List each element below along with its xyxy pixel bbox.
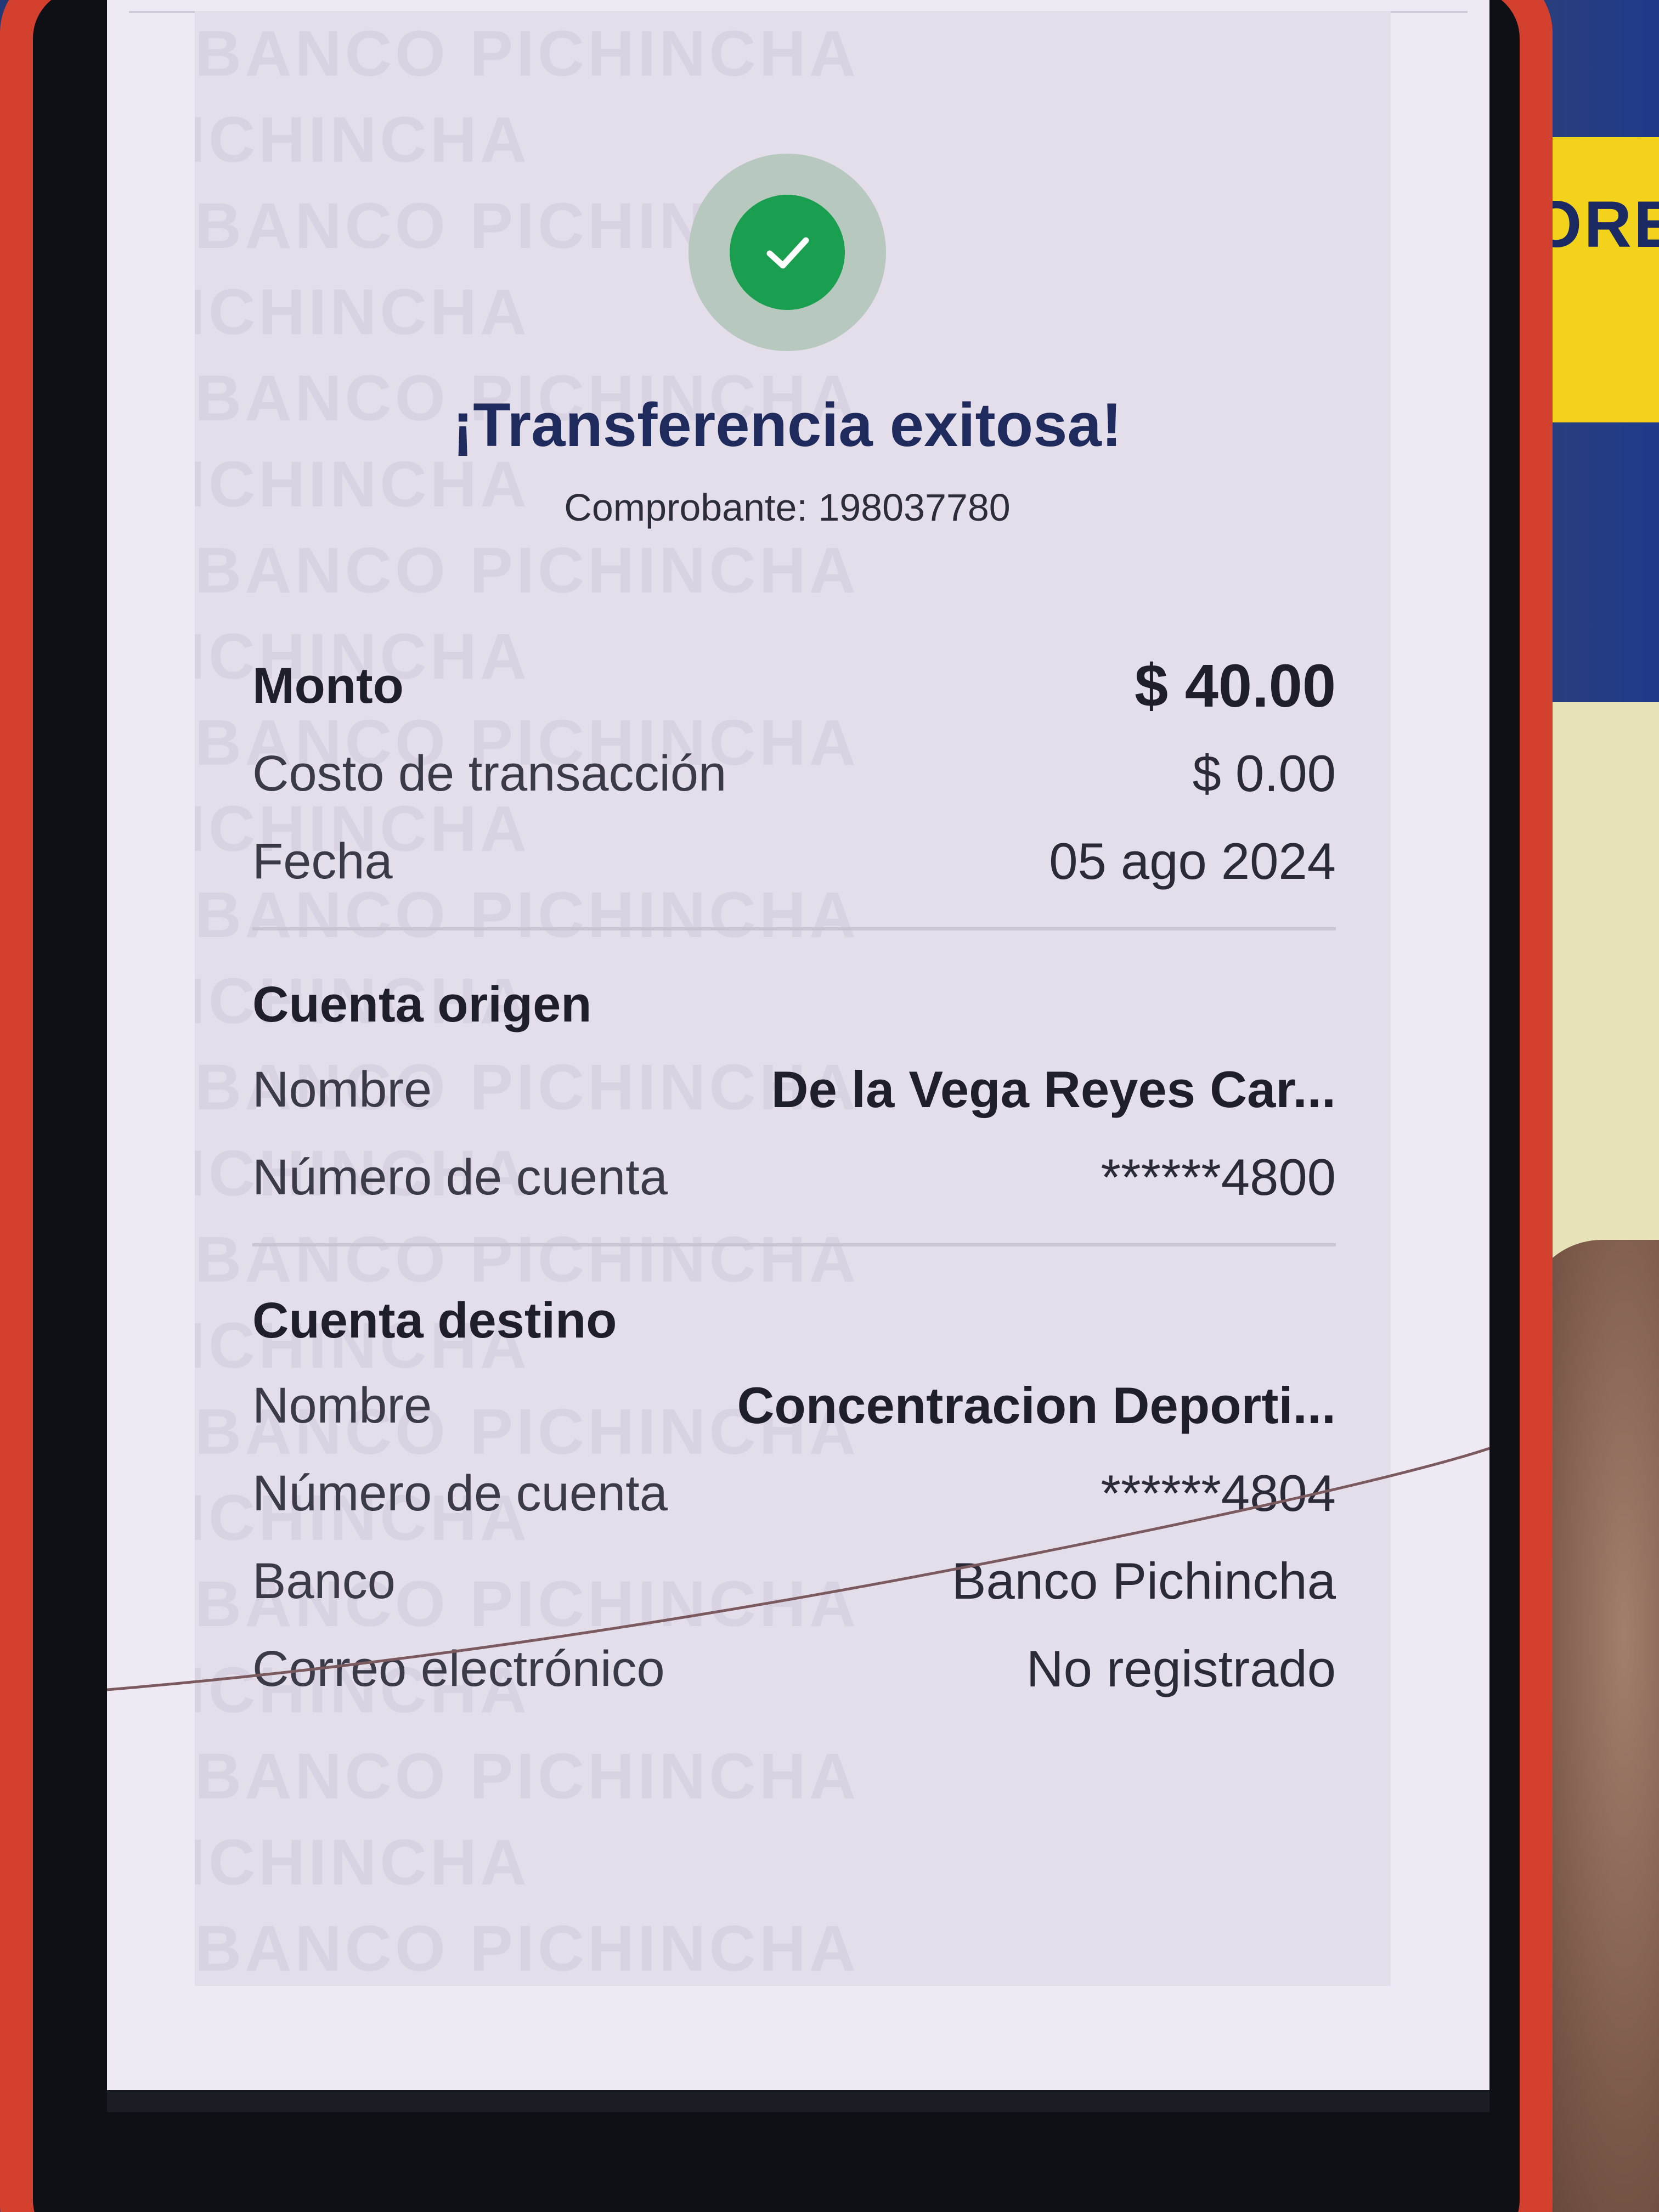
photo-scene: ORE BANCO PICHINCHA BANCO PICHINCHA BANC… xyxy=(0,0,1659,2212)
screen-bottom-edge xyxy=(107,2090,1489,2112)
screen-crack xyxy=(107,1447,1489,1691)
phone-bezel: BANCO PICHINCHA BANCO PICHINCHA BANCO PI… xyxy=(33,0,1520,2212)
app-screen: BANCO PICHINCHA BANCO PICHINCHA BANCO PI… xyxy=(107,0,1489,2112)
phone-case: BANCO PICHINCHA BANCO PICHINCHA BANCO PI… xyxy=(0,0,1553,2212)
